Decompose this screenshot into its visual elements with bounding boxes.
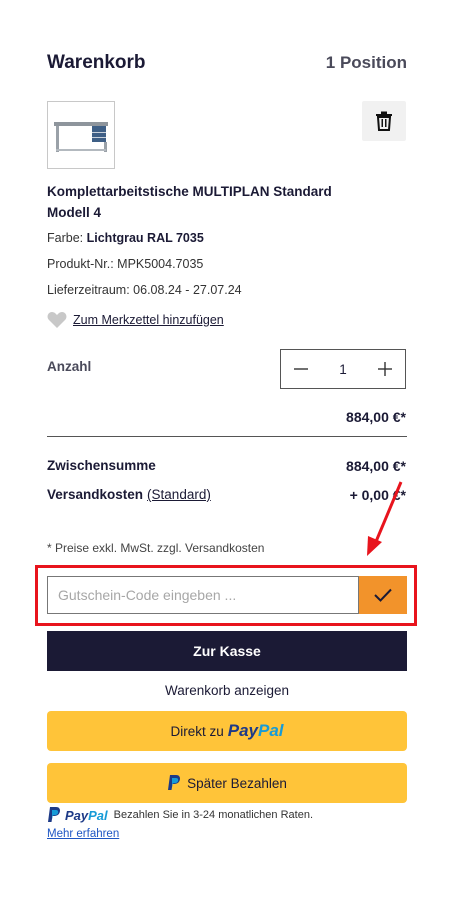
minus-icon bbox=[294, 368, 308, 370]
product-thumbnail[interactable] bbox=[47, 101, 115, 169]
paypal-later-label: Später Bezahlen bbox=[187, 775, 287, 791]
heart-icon bbox=[47, 312, 67, 328]
shipping-label: Versandkosten (Standard) bbox=[47, 487, 211, 502]
product-color: Farbe: Lichtgrau RAL 7035 bbox=[47, 231, 204, 245]
quantity-value[interactable]: 1 bbox=[339, 362, 347, 377]
paypal-icon bbox=[48, 807, 61, 822]
product-name[interactable]: Komplettarbeitstische MULTIPLAN Standard… bbox=[47, 181, 347, 223]
annotation-arrow bbox=[367, 481, 403, 556]
wishlist-label[interactable]: Zum Merkzettel hinzufügen bbox=[73, 313, 224, 327]
wishlist-link[interactable]: Zum Merkzettel hinzufügen bbox=[47, 311, 224, 329]
quantity-stepper: 1 bbox=[280, 349, 406, 389]
view-cart-link[interactable]: Warenkorb anzeigen bbox=[47, 683, 407, 698]
paypal-installment-banner: PayPal Bezahlen Sie in 3-24 monatlichen … bbox=[47, 806, 313, 824]
line-price: 884,00 €* bbox=[346, 409, 406, 425]
price-note: * Preise exkl. MwSt. zzgl. Versandkosten bbox=[47, 541, 265, 555]
learn-more-link[interactable]: Mehr erfahren bbox=[47, 828, 119, 840]
cart-title: Warenkorb bbox=[47, 52, 146, 73]
remove-item-button[interactable] bbox=[362, 101, 406, 141]
product-sku: Produkt-Nr.: MPK5004.7035 bbox=[47, 257, 204, 271]
checkout-button[interactable]: Zur Kasse bbox=[47, 631, 407, 671]
trash-icon bbox=[376, 111, 392, 131]
increase-quantity-button[interactable] bbox=[365, 350, 405, 388]
paypal-logo: PayPal bbox=[227, 721, 284, 740]
product-delivery: Lieferzeitraum: 06.08.24 - 27.07.24 bbox=[47, 283, 242, 297]
coupon-code-input[interactable] bbox=[47, 576, 359, 614]
installment-text: Bezahlen Sie in 3-24 monatlichen Raten. bbox=[113, 809, 314, 821]
position-count: 1 Position bbox=[325, 53, 407, 72]
subtotal-label: Zwischensumme bbox=[47, 458, 156, 473]
paypal-direct-button[interactable]: Direkt zu PayPal bbox=[47, 711, 407, 751]
paypal-icon bbox=[168, 775, 181, 790]
paypal-direct-label: Direkt zu bbox=[170, 723, 224, 739]
paypal-later-button[interactable]: Später Bezahlen bbox=[47, 763, 407, 803]
shipping-method-link[interactable]: (Standard) bbox=[147, 487, 211, 502]
plus-icon bbox=[377, 362, 392, 376]
checkmark-icon bbox=[374, 588, 392, 602]
apply-coupon-button[interactable] bbox=[359, 576, 407, 614]
paypal-wordmark: PayPal bbox=[65, 807, 108, 823]
divider bbox=[47, 436, 407, 437]
quantity-label: Anzahl bbox=[47, 359, 92, 374]
decrease-quantity-button[interactable] bbox=[281, 350, 321, 388]
subtotal-value: 884,00 €* bbox=[346, 458, 406, 474]
